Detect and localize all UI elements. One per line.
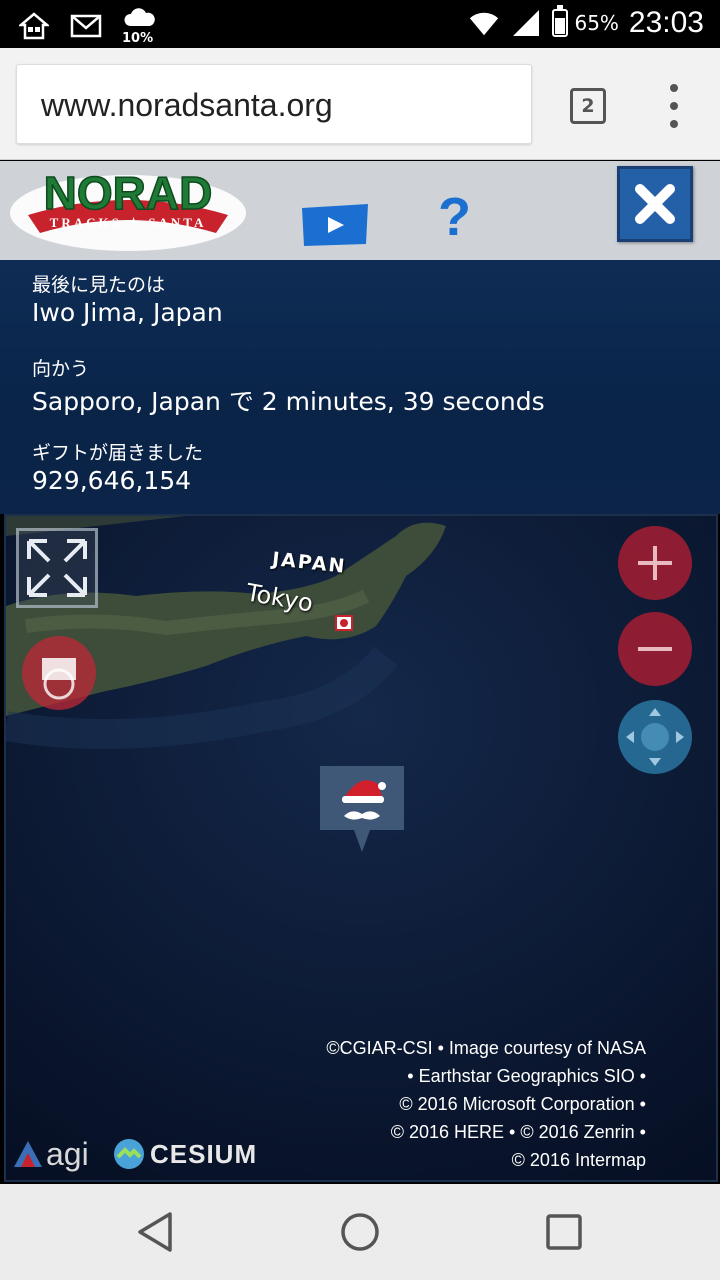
gifts-delivered-label: ギフトが届きました	[32, 442, 204, 464]
zoom-in-button[interactable]	[618, 526, 692, 600]
follow-santa-button[interactable]	[22, 636, 96, 710]
recents-square-icon	[546, 1214, 582, 1250]
browser-toolbar: www.noradsanta.org 2	[0, 48, 720, 160]
globe-map[interactable]: JAPAN Tokyo ©CGIAR-CSI • Image courtesy …	[4, 514, 718, 1182]
wifi-icon	[468, 7, 500, 39]
credit-line: ©CGIAR-CSI • Image courtesy of NASA	[326, 1038, 646, 1058]
overflow-menu-icon[interactable]	[664, 84, 684, 128]
status-bar: 10% 65% 23:03	[0, 0, 720, 48]
credit-line: © 2016 HERE • © 2016 Zenrin •	[390, 1122, 646, 1142]
url-bar[interactable]: www.noradsanta.org	[16, 64, 532, 144]
tab-switcher-button[interactable]: 2	[570, 88, 606, 124]
svg-text:TRACKS ✦ SANTA: TRACKS ✦ SANTA	[50, 215, 207, 230]
minus-icon	[638, 647, 672, 651]
fullscreen-button[interactable]	[16, 528, 98, 608]
agi-logo-icon	[14, 1141, 42, 1167]
gifts-delivered-value: 929,646,154	[32, 466, 192, 495]
url-text: www.noradsanta.org	[41, 87, 333, 123]
close-button[interactable]	[617, 166, 693, 242]
signal-icon	[510, 7, 542, 39]
mail-icon	[70, 10, 102, 42]
last-seen-label: 最後に見たのは	[32, 274, 166, 296]
cesium-logo-text: CESIUM	[150, 1138, 258, 1169]
pan-button[interactable]	[618, 700, 692, 774]
heading-to-value: Sapporo, Japan で 2 minutes, 39 seconds	[32, 387, 545, 416]
santa-location-marker[interactable]	[320, 766, 404, 856]
credit-line: © 2016 Microsoft Corporation •	[399, 1094, 646, 1114]
cesium-logo[interactable]: CESIUM	[112, 1134, 257, 1174]
camera-icon	[42, 658, 76, 700]
close-icon	[635, 184, 675, 224]
pan-arrows-icon	[626, 708, 684, 766]
weather-percent: 10%	[122, 31, 154, 46]
credit-line: © 2016 Intermap	[511, 1150, 646, 1170]
help-button[interactable]: ?	[438, 186, 471, 248]
home-icon	[18, 10, 50, 42]
battery-percent: 65%	[574, 11, 619, 35]
android-nav-bar	[0, 1184, 720, 1280]
last-seen-value: Iwo Jima, Japan	[32, 298, 223, 327]
weather-icon: 10%	[122, 8, 158, 46]
tracker-info-panel: 最後に見たのは Iwo Jima, Japan 向かう Sapporo, Jap…	[0, 260, 720, 514]
back-button[interactable]	[134, 1210, 178, 1254]
plus-icon	[638, 546, 672, 580]
cesium-logo-icon	[114, 1139, 144, 1169]
heading-to-label: 向かう	[32, 358, 90, 380]
svg-text:NORAD: NORAD	[44, 167, 213, 219]
video-button[interactable]	[300, 202, 370, 252]
back-triangle-icon	[138, 1212, 172, 1252]
home-button[interactable]	[338, 1210, 382, 1254]
recents-button[interactable]	[542, 1210, 586, 1254]
home-circle-icon	[341, 1213, 379, 1251]
battery-icon	[552, 5, 569, 37]
agi-logo[interactable]: agi	[12, 1134, 89, 1174]
map-credits: ©CGIAR-CSI • Image courtesy of NASA • Ea…	[326, 1034, 646, 1174]
zoom-out-button[interactable]	[618, 612, 692, 686]
credit-line: • Earthstar Geographics SIO •	[407, 1066, 646, 1086]
agi-logo-text: agi	[46, 1135, 89, 1172]
norad-logo[interactable]: NORAD TRACKS ✦ SANTA	[6, 163, 250, 255]
expand-icon	[27, 539, 87, 597]
clock: 23:03	[628, 6, 704, 39]
